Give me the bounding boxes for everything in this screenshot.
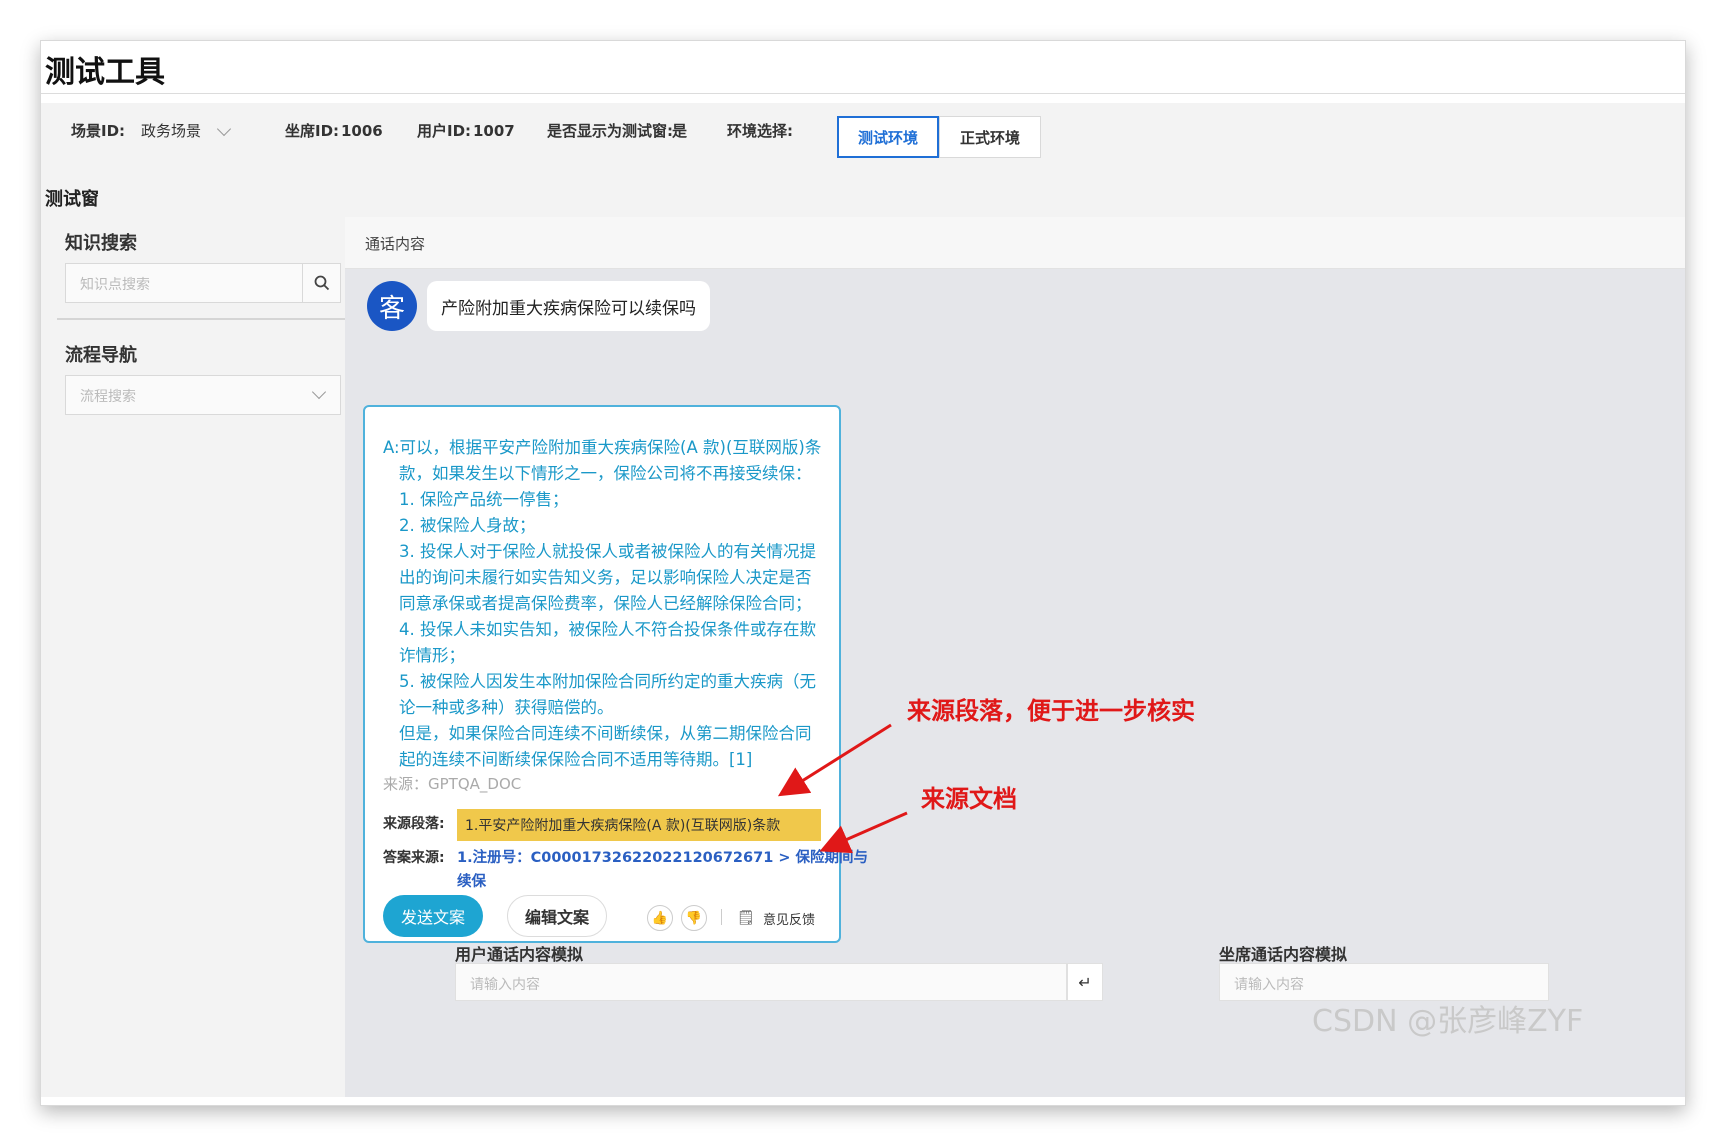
customer-message-bubble: 产险附加重大疾病保险可以续保吗 xyxy=(427,281,710,331)
app-window: 测试工具 场景ID: 政务场景 坐席ID: 1006 用户ID: 1007 是否… xyxy=(40,40,1686,1106)
show-test-window-value: 是 xyxy=(672,122,688,140)
answer-line: 5. 被保险人因发生本附加保险合同所约定的重大疾病（无 xyxy=(399,672,816,691)
answer-line: 2. 被保险人身故； xyxy=(399,516,536,535)
user-id-value: 1007 xyxy=(473,122,515,140)
answer-source-link-cont[interactable]: 续保 xyxy=(457,870,486,891)
conversation-header: 通话内容 xyxy=(345,217,1685,269)
answer-line: A:可以，根据平安产险附加重大疾病保险(A 款)(互联网版)条 xyxy=(383,438,822,457)
source-paragraph-label: 来源段落: xyxy=(383,816,445,832)
action-separator xyxy=(721,909,722,925)
agent-id-value: 1006 xyxy=(341,122,383,140)
flow-nav-title: 流程导航 xyxy=(65,345,137,366)
env-prod-button[interactable]: 正式环境 xyxy=(939,116,1041,158)
feedback-icon[interactable]: 🗒 xyxy=(737,910,755,926)
answer-line: 1. 保险产品统一停售； xyxy=(399,490,569,509)
enter-icon[interactable]: ↵ xyxy=(1067,963,1103,1001)
answer-source-label: 答案来源: xyxy=(383,850,445,866)
source-paragraph-tag[interactable]: 1.平安产险附加重大疾病保险(A 款)(互联网版)条款 xyxy=(457,809,821,841)
thumbs-up-icon[interactable]: 👍 xyxy=(647,905,673,931)
conversation-header-label: 通话内容 xyxy=(365,235,426,253)
chevron-down-icon[interactable] xyxy=(311,384,327,400)
answer-line: 同意承保或者提高保险费率，保险人已经解除保险合同； xyxy=(399,594,812,613)
user-sim-label: 用户通话内容模拟 xyxy=(455,945,584,964)
answer-line: 出的询问未履行如实告知义务，足以影响保险人决定是否 xyxy=(399,568,812,587)
flow-search-placeholder: 流程搜索 xyxy=(80,389,136,405)
send-copy-button[interactable]: 发送文案 xyxy=(383,895,483,937)
env-label: 环境选择: xyxy=(727,122,793,140)
app-title: 测试工具 xyxy=(45,55,165,90)
agent-sim-placeholder: 请输入内容 xyxy=(1234,977,1304,993)
user-id-label: 用户ID: xyxy=(417,122,472,140)
answer-line: 款，如果发生以下情形之一，保险公司将不再接受续保： xyxy=(399,464,812,483)
test-window-title: 测试窗 xyxy=(45,189,99,210)
user-sim-placeholder: 请输入内容 xyxy=(470,977,540,993)
annotation-source-document: 来源文档 xyxy=(921,785,1017,813)
answer-line: 诈情形； xyxy=(399,646,465,665)
watermark: CSDN @张彦峰ZYF xyxy=(1312,1004,1584,1039)
answer-source: 来源：GPTQA_DOC xyxy=(383,775,522,793)
answer-line: 4. 投保人未如实告知，被保险人不符合投保条件或存在欺 xyxy=(399,620,816,639)
left-panel: 知识搜索 知识点搜索 流程导航 流程搜索 xyxy=(41,217,381,1097)
feedback-link[interactable]: 意见反馈 xyxy=(763,909,815,928)
knowledge-search-title: 知识搜索 xyxy=(65,233,137,254)
search-icon[interactable] xyxy=(302,264,340,302)
agent-id-label: 坐席ID: xyxy=(285,122,340,140)
left-panel-divider xyxy=(57,318,367,320)
user-sim-input[interactable]: 请输入内容 xyxy=(455,963,1067,1001)
title-divider xyxy=(41,93,1685,94)
answer-card: A:可以，根据平安产险附加重大疾病保险(A 款)(互联网版)条 款，如果发生以下… xyxy=(363,405,868,943)
scene-label: 场景ID: xyxy=(71,122,126,140)
answer-source-link[interactable]: 1.注册号：C00001732622022120672671 > 保险期间与 xyxy=(457,846,868,867)
agent-sim-label: 坐席通话内容模拟 xyxy=(1219,945,1348,964)
flow-search-select[interactable]: 流程搜索 xyxy=(65,375,341,415)
answer-line: 3. 投保人对于保险人就投保人或者被保险人的有关情况提 xyxy=(399,542,816,561)
scene-select[interactable]: 政务场景 xyxy=(141,120,201,142)
annotation-source-paragraph: 来源段落，便于进一步核实 xyxy=(907,697,1195,725)
env-test-button[interactable]: 测试环境 xyxy=(837,116,939,158)
knowledge-search-input[interactable]: 知识点搜索 xyxy=(65,263,341,303)
answer-line: 论一种或多种）获得赔偿的。 xyxy=(399,698,614,717)
answer-line: 起的连续不间断续保保险合同不适用等待期。[1] xyxy=(399,750,753,769)
show-test-window-label: 是否显示为测试窗: xyxy=(547,122,673,140)
knowledge-search-placeholder: 知识点搜索 xyxy=(80,277,150,293)
thumbs-down-icon[interactable]: 👎 xyxy=(681,905,707,931)
customer-avatar: 客 xyxy=(367,281,417,331)
answer-line: 但是，如果保险合同连续不间断续保，从第二期保险合同 xyxy=(399,724,812,743)
edit-copy-button[interactable]: 编辑文案 xyxy=(507,895,607,937)
